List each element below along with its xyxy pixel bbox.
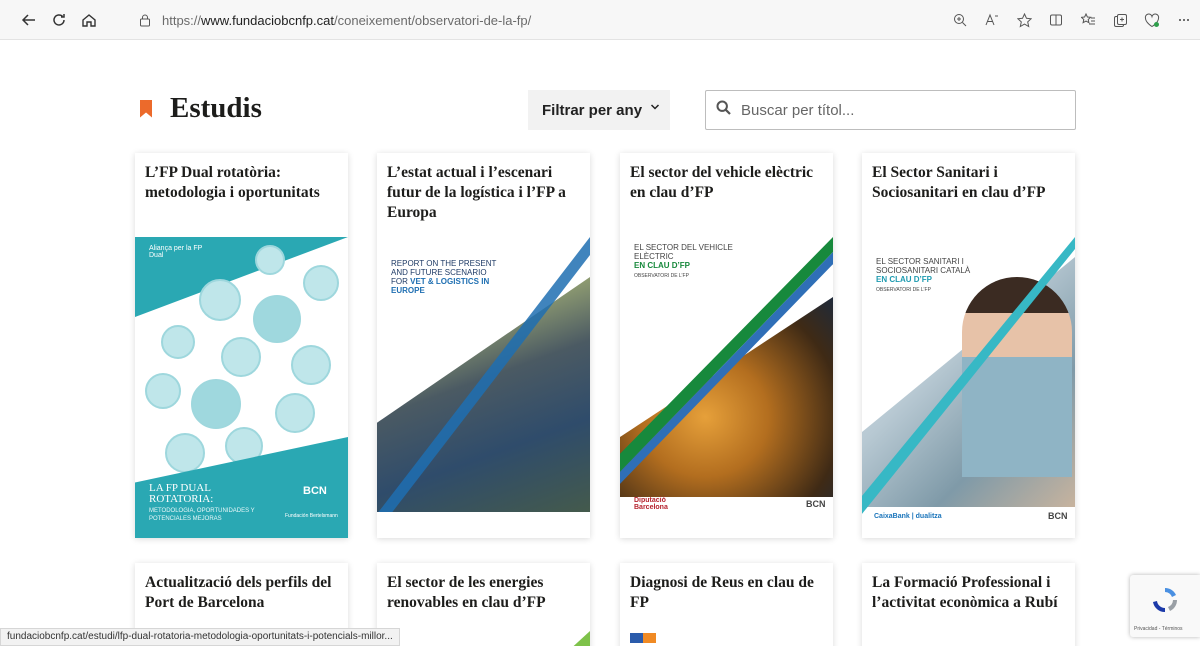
cover-line: EL SECTOR SANITARI I SOCIOSANITARI CATAL…	[876, 257, 971, 275]
card-cover-image[interactable]: EL SECTOR DEL VEHICLE ELÈCTRIC EN CLAU D’…	[620, 237, 833, 538]
link-status-bar: fundaciobcnfp.cat/estudi/lfp-dual-rotato…	[0, 628, 400, 646]
cover-logo: Diputació Barcelona	[634, 497, 668, 511]
bookmark-icon	[140, 99, 152, 118]
url-text[interactable]: https://www.fundaciobcnfp.cat/coneixemen…	[162, 13, 531, 28]
card-cover-image[interactable]: EL SECTOR SANITARI I SOCIOSANITARI CATAL…	[862, 237, 1075, 538]
cover-highlight: EN CLAU D’FP	[634, 261, 690, 270]
study-card[interactable]: La Formació Professional i l’activitat e…	[862, 563, 1075, 646]
recaptcha-icon	[1153, 587, 1178, 613]
section-heading: Estudis	[140, 92, 262, 125]
cover-title: LA FP DUAL ROTATORIA:	[149, 482, 214, 505]
lock-icon[interactable]	[134, 9, 156, 31]
card-cover-image[interactable]: REPORT ON THE PRESENT AND FUTURE SCENARI…	[377, 237, 590, 538]
card-title[interactable]: El sector del vehicle elèctric en clau d…	[620, 153, 833, 237]
search-icon	[716, 100, 731, 120]
cover-logo-2: BCN	[806, 499, 826, 509]
cover-logo-mark	[630, 633, 656, 643]
card-cover-image[interactable]: Aliança per la FP Dual LA FP DUAL ROTATO…	[135, 237, 348, 538]
browser-toolbar: https://www.fundaciobcnfp.cat/coneixemen…	[0, 0, 1200, 40]
read-aloud-icon[interactable]	[976, 6, 1008, 34]
cover-logo-2: Fundación Bertelsmann	[285, 513, 338, 519]
more-menu-icon[interactable]	[1168, 6, 1200, 34]
study-card[interactable]: L’estat actual i l’escenari futur de la …	[377, 153, 590, 538]
cover-logo-2: BCN	[1048, 511, 1068, 521]
card-title[interactable]: La Formació Professional i l’activitat e…	[862, 563, 1075, 646]
page-title: Estudis	[170, 92, 262, 124]
back-arrow-icon[interactable]	[14, 5, 44, 35]
card-title[interactable]: L’estat actual i l’escenari futur de la …	[377, 153, 590, 237]
card-title[interactable]: L’FP Dual rotatòria: metodologia i oport…	[135, 153, 348, 237]
title-search-box[interactable]	[705, 90, 1076, 130]
cover-subtitle: METODOLOGIA, OPORTUNIDADES Y POTENCIALES…	[149, 508, 255, 522]
study-card[interactable]: El Sector Sanitari i Sociosanitari en cl…	[862, 153, 1075, 538]
cover-highlight: EN CLAU D’FP	[876, 275, 932, 284]
study-card[interactable]: Diagnosi de Reus en clau de FP	[620, 563, 833, 646]
collections-icon[interactable]	[1104, 6, 1136, 34]
card-title[interactable]: El Sector Sanitari i Sociosanitari en cl…	[862, 153, 1075, 237]
recaptcha-text[interactable]: Privacidad - Términos	[1134, 626, 1183, 632]
year-filter-label: Filtrar per any	[542, 101, 643, 119]
cover-logo: CaixaBank | dualitza	[874, 513, 942, 520]
card-title[interactable]: El sector de les energies renovables en …	[377, 563, 590, 646]
zoom-icon[interactable]	[944, 6, 976, 34]
cover-sub: OBSERVATORI DE L’FP	[634, 273, 689, 279]
chevron-down-icon	[650, 102, 660, 114]
year-filter-dropdown[interactable]: Filtrar per any	[528, 90, 670, 130]
favorite-star-icon[interactable]	[1008, 6, 1040, 34]
study-card[interactable]: L’FP Dual rotatòria: metodologia i oport…	[135, 153, 348, 538]
split-screen-icon[interactable]	[1040, 6, 1072, 34]
search-input[interactable]	[741, 101, 1041, 119]
cover-brand: Aliança per la FP Dual	[149, 245, 203, 259]
browser-essentials-icon[interactable]	[1136, 6, 1168, 34]
study-card[interactable]: El sector de les energies renovables en …	[377, 563, 590, 646]
cover-sub: OBSERVATORI DE L’FP	[876, 287, 931, 293]
home-icon[interactable]	[74, 5, 104, 35]
cover-logo: BCN	[303, 485, 327, 497]
cover-line: EL SECTOR DEL VEHICLE ELÈCTRIC	[634, 243, 733, 261]
refresh-icon[interactable]	[44, 5, 74, 35]
favorites-list-icon[interactable]	[1072, 6, 1104, 34]
study-card[interactable]: El sector del vehicle elèctric en clau d…	[620, 153, 833, 538]
recaptcha-badge[interactable]: Privacidad - Términos	[1130, 575, 1200, 637]
